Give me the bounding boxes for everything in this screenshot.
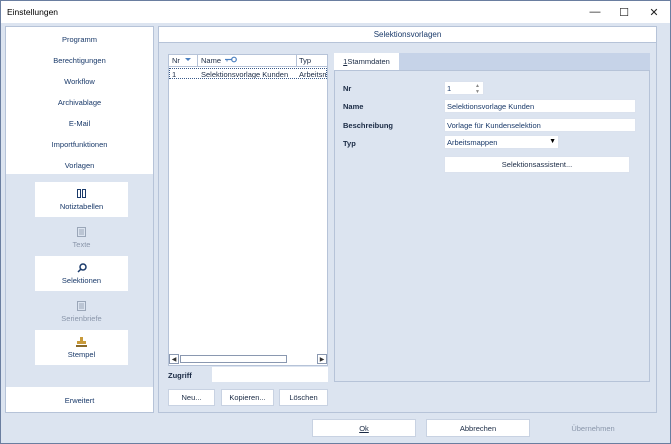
subitem-label: Serienbriefe <box>61 314 102 323</box>
sort-arrow-icon <box>185 55 191 65</box>
tab-label: Stammdaten <box>347 57 390 66</box>
sidebar-item-vorlagen[interactable]: Vorlagen <box>6 155 153 175</box>
table-row[interactable]: 1 Selektionsvorlage Kunden Arbeitsm <box>169 68 327 79</box>
subitem-label: Stempel <box>67 350 96 359</box>
subitem-stempel[interactable]: Stempel <box>35 330 128 365</box>
chevron-down-icon[interactable]: ▼ <box>549 138 556 145</box>
key-icon <box>225 56 237 65</box>
page-title: Selektionsvorlagen <box>159 27 656 43</box>
sidebar: Programm Berechtigungen Workflow Archiva… <box>5 26 154 413</box>
subitem-label: Selektionen <box>61 276 102 285</box>
title-bar: Einstellungen — ☐ ✕ <box>1 1 670 23</box>
apply-button[interactable]: Übernehmen <box>541 419 645 437</box>
subitem-label: Notiztabellen <box>59 202 104 211</box>
sidebar-item-berechtigungen[interactable]: Berechtigungen <box>6 50 153 70</box>
column-header-nr[interactable]: Nr <box>172 56 180 65</box>
subitem-texte[interactable]: Texte <box>35 220 128 255</box>
tab-bar: 1 Stammdaten <box>334 53 650 70</box>
sidebar-item-programm[interactable]: Programm <box>6 29 153 49</box>
sidebar-item-erweitert[interactable]: Erweitert <box>6 389 153 411</box>
cell-name: Selektionsvorlage Kunden <box>201 70 289 79</box>
maximize-button[interactable]: ☐ <box>609 3 639 21</box>
table-icon <box>76 188 88 199</box>
typ-select[interactable]: Arbeitsmappen ▼ <box>444 135 559 149</box>
tab-stammdaten[interactable]: 1 Stammdaten <box>334 53 399 70</box>
cancel-button[interactable]: Abbrechen <box>426 419 530 437</box>
beschreibung-label: Beschreibung <box>343 121 394 130</box>
document-icon <box>76 300 88 311</box>
zugriff-label: Zugriff <box>168 371 192 380</box>
horizontal-scrollbar[interactable]: ◀ ▶ <box>169 353 327 365</box>
nr-stepper[interactable]: 1 ▲ ▼ <box>444 81 484 95</box>
typ-label: Typ <box>343 139 356 148</box>
template-list: Nr Name Typ 1 Selektionsvorlage Kunden A… <box>168 54 328 366</box>
stamp-icon <box>76 336 88 347</box>
tab-panel <box>334 70 650 382</box>
subitem-selektionen[interactable]: Selektionen <box>35 256 128 291</box>
copy-button[interactable]: Kopieren... <box>221 389 274 406</box>
scrollbar-thumb[interactable] <box>180 355 287 363</box>
selection-assistant-button[interactable]: Selektionsassistent... <box>444 156 630 173</box>
subitem-label: Texte <box>72 240 91 249</box>
name-field[interactable]: Selektionsvorlage Kunden <box>444 99 636 113</box>
subitem-notiztabellen[interactable]: Notiztabellen <box>35 182 128 217</box>
settings-window: Einstellungen — ☐ ✕ Programm Berechtigun… <box>0 0 671 444</box>
beschreibung-field[interactable]: Vorlage für Kundenselektion <box>444 118 636 132</box>
minimize-button[interactable]: — <box>580 3 610 21</box>
ok-button[interactable]: Ok <box>312 419 416 437</box>
sidebar-item-importfunktionen[interactable]: Importfunktionen <box>6 134 153 154</box>
column-header-typ[interactable]: Typ <box>299 56 311 65</box>
vorlagen-subitems: Notiztabellen Texte Selektionen Serienbr… <box>6 174 153 387</box>
nr-label: Nr <box>343 84 352 93</box>
typ-value: Arbeitsmappen <box>447 138 498 147</box>
sidebar-item-email[interactable]: E-Mail <box>6 113 153 133</box>
new-button[interactable]: Neu... <box>168 389 215 406</box>
name-label: Name <box>343 102 364 111</box>
sidebar-item-workflow[interactable]: Workflow <box>6 71 153 91</box>
delete-button[interactable]: Löschen <box>279 389 328 406</box>
search-icon <box>76 262 88 273</box>
column-separator[interactable] <box>296 55 297 67</box>
sidebar-item-archivablage[interactable]: Archivablage <box>6 92 153 112</box>
scroll-right-icon[interactable]: ▶ <box>317 354 327 364</box>
cell-typ: Arbeitsm <box>299 70 327 79</box>
list-header: Nr Name Typ <box>169 55 327 67</box>
zugriff-field[interactable] <box>212 367 328 382</box>
main-panel: Selektionsvorlagen Nr Name Typ 1 Selekti… <box>158 26 657 413</box>
nr-value: 1 <box>447 84 452 93</box>
spin-down-icon[interactable]: ▼ <box>475 89 481 94</box>
scroll-left-icon[interactable]: ◀ <box>169 354 179 364</box>
column-header-name[interactable]: Name <box>201 56 221 65</box>
subitem-serienbriefe[interactable]: Serienbriefe <box>35 294 128 329</box>
cell-nr: 1 <box>172 70 177 79</box>
close-button[interactable]: ✕ <box>639 3 669 21</box>
ok-label: Ok <box>359 423 369 433</box>
column-separator[interactable] <box>197 55 198 67</box>
window-title: Einstellungen <box>7 7 59 17</box>
document-icon <box>76 226 88 237</box>
